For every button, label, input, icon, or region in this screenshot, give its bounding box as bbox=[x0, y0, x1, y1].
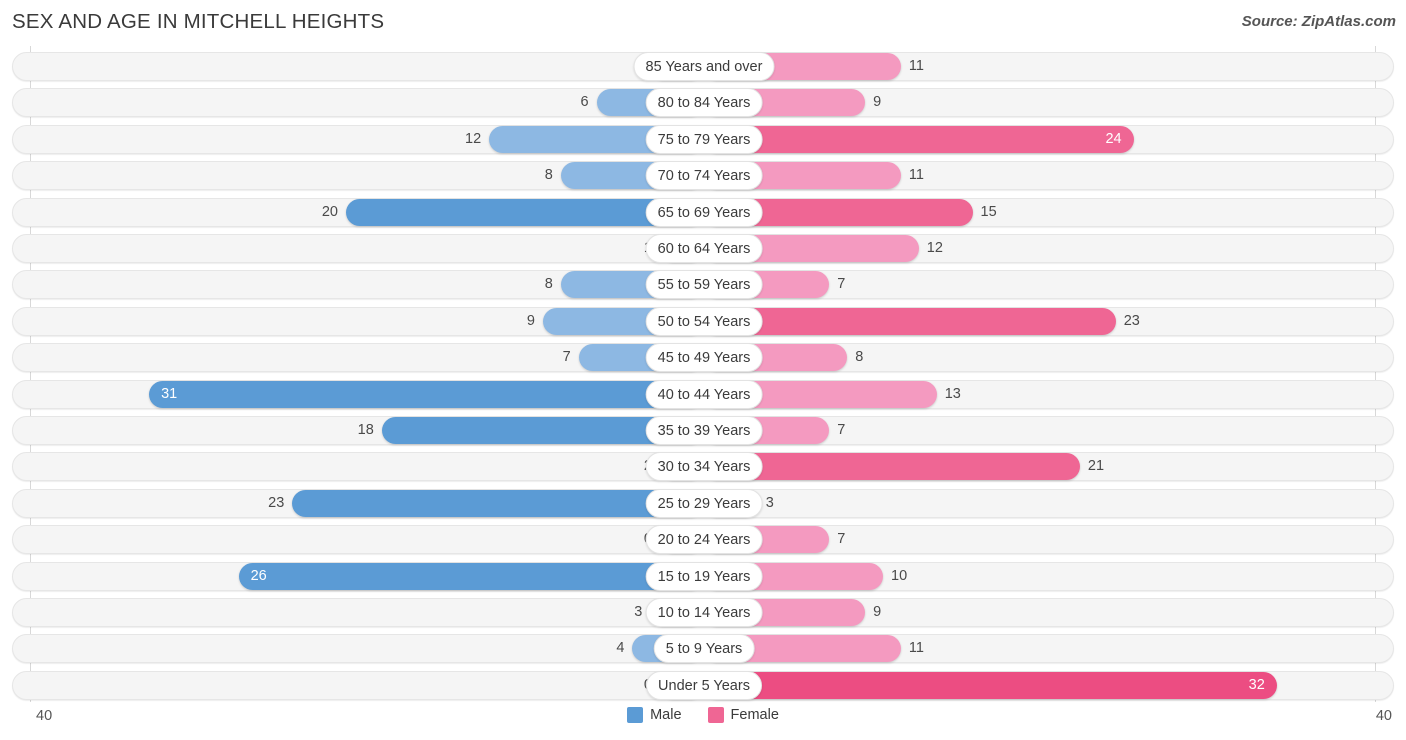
female-value-label: 12 bbox=[926, 240, 943, 256]
age-group-row[interactable]: 8 7 55 to 59 Years bbox=[12, 270, 1394, 300]
male-bar[interactable] bbox=[149, 380, 704, 408]
female-value-label: 3 bbox=[765, 494, 774, 511]
female-value-label: 7 bbox=[837, 422, 846, 438]
age-group-row[interactable]: 0720 to 24 Years bbox=[12, 525, 1394, 555]
legend-item-female[interactable]: Female bbox=[707, 707, 779, 723]
male-bar[interactable] bbox=[292, 489, 704, 517]
male-value-label: 6 bbox=[580, 94, 589, 111]
age-group-row[interactable]: 3 9 10 to 14 Years bbox=[12, 598, 1394, 627]
page-title: SEX AND AGE IN MITCHELL HEIGHTS bbox=[12, 10, 385, 33]
legend-label-male: Male bbox=[650, 707, 682, 723]
age-group-row[interactable]: 032Under 5 Years bbox=[12, 670, 1394, 700]
age-group-row[interactable]: 31185 Years and over bbox=[12, 52, 1394, 81]
age-group-label: 30 to 34 Years bbox=[645, 452, 763, 482]
female-value-label: 21 bbox=[1087, 458, 1105, 475]
age-group-row[interactable]: 9 23 50 to 54 Years bbox=[12, 306, 1394, 336]
female-value-label: 15 bbox=[980, 203, 997, 220]
population-pyramid-plot: 3 11 85 Years and over 6 9 80 to 84 Years 12 24… bbox=[0, 46, 1406, 702]
age-group-label: 20 to 24 Years bbox=[645, 525, 763, 555]
age-group-label: 85 Years and over bbox=[633, 52, 775, 81]
female-bar[interactable] bbox=[704, 307, 1116, 335]
source-attribution: Source: ZipAtlas.com bbox=[1241, 13, 1396, 30]
age-group-row[interactable]: 11260 to 64 Years bbox=[12, 234, 1394, 263]
female-value-label: 8 bbox=[855, 349, 864, 366]
age-group-label: 75 to 79 Years bbox=[645, 124, 763, 154]
female-bar[interactable] bbox=[704, 671, 1277, 699]
female-value-label: 7 bbox=[837, 276, 846, 293]
age-group-label: 55 to 59 Years bbox=[645, 270, 763, 300]
age-group-label: 40 to 44 Years bbox=[645, 379, 763, 409]
age-group-row[interactable]: 8 11 70 to 74 Years bbox=[12, 161, 1394, 191]
male-bar[interactable] bbox=[238, 562, 704, 590]
age-group-label: 50 to 54 Years bbox=[645, 306, 763, 336]
age-group-label: 70 to 74 Years bbox=[645, 161, 763, 191]
age-group-label: 35 to 39 Years bbox=[645, 416, 763, 445]
female-value-label: 9 bbox=[873, 94, 882, 111]
chart-legend: Male Female bbox=[0, 707, 1406, 723]
female-value-label: 11 bbox=[908, 640, 924, 657]
age-group-label: 5 to 9 Years bbox=[653, 634, 755, 664]
age-group-row[interactable]: 23 3 25 to 29 Years bbox=[12, 488, 1394, 518]
female-value-label: 7 bbox=[837, 531, 846, 548]
female-value-label: 13 bbox=[944, 385, 961, 402]
age-group-row[interactable]: 22130 to 34 Years bbox=[12, 452, 1394, 482]
age-group-label: 25 to 29 Years bbox=[645, 488, 763, 518]
male-value-label: 4 bbox=[616, 640, 625, 657]
age-group-label: 45 to 49 Years bbox=[645, 343, 763, 373]
male-value-label: 8 bbox=[544, 167, 553, 184]
age-group-row[interactable]: 4 11 5 to 9 Years bbox=[12, 634, 1394, 664]
male-value-label: 3 bbox=[634, 604, 643, 620]
male-value-label: 12 bbox=[465, 130, 482, 147]
legend-swatch-male-icon bbox=[627, 707, 644, 723]
age-group-row[interactable]: 6 9 80 to 84 Years bbox=[12, 88, 1394, 118]
female-value-label: 10 bbox=[891, 567, 908, 584]
chart-root: SEX AND AGE IN MITCHELL HEIGHTS Source: … bbox=[0, 0, 1406, 740]
legend-label-female: Female bbox=[730, 707, 779, 723]
age-group-row[interactable]: 31 13 40 to 44 Years bbox=[12, 379, 1394, 409]
legend-item-male[interactable]: Male bbox=[627, 707, 682, 723]
age-group-row[interactable]: 12 24 75 to 79 Years bbox=[12, 124, 1394, 154]
female-value-label: 23 bbox=[1123, 312, 1140, 329]
chart-header: SEX AND AGE IN MITCHELL HEIGHTS Source: … bbox=[0, 0, 1406, 46]
age-group-label: 65 to 69 Years bbox=[645, 197, 763, 227]
age-group-row[interactable]: 26 10 15 to 19 Years bbox=[12, 561, 1394, 591]
age-group-row[interactable]: 18 7 35 to 39 Years bbox=[12, 416, 1394, 445]
legend-swatch-female-icon bbox=[707, 707, 724, 723]
age-group-label: Under 5 Years bbox=[646, 670, 762, 700]
male-value-label: 26 bbox=[250, 567, 267, 584]
female-value-label: 11 bbox=[908, 58, 924, 74]
female-bar[interactable] bbox=[704, 125, 1134, 153]
male-value-label: 23 bbox=[268, 494, 285, 511]
female-value-label: 11 bbox=[908, 167, 924, 184]
male-value-label: 20 bbox=[321, 203, 338, 220]
female-value-label: 24 bbox=[1105, 130, 1122, 147]
male-value-label: 9 bbox=[526, 312, 535, 329]
chart-footer: 40 40 Male Female bbox=[0, 702, 1406, 740]
male-value-label: 7 bbox=[562, 349, 571, 366]
male-value-label: 31 bbox=[161, 385, 178, 402]
age-group-label: 15 to 19 Years bbox=[645, 561, 763, 591]
age-group-row[interactable]: 7 8 45 to 49 Years bbox=[12, 343, 1394, 373]
age-group-label: 60 to 64 Years bbox=[645, 234, 763, 263]
age-group-label: 10 to 14 Years bbox=[645, 598, 763, 627]
age-group-label: 80 to 84 Years bbox=[645, 88, 763, 118]
female-value-label: 32 bbox=[1248, 676, 1265, 693]
male-value-label: 8 bbox=[544, 276, 553, 293]
female-value-label: 9 bbox=[873, 604, 882, 620]
male-value-label: 18 bbox=[357, 422, 374, 438]
age-group-row[interactable]: 20 15 65 to 69 Years bbox=[12, 197, 1394, 227]
